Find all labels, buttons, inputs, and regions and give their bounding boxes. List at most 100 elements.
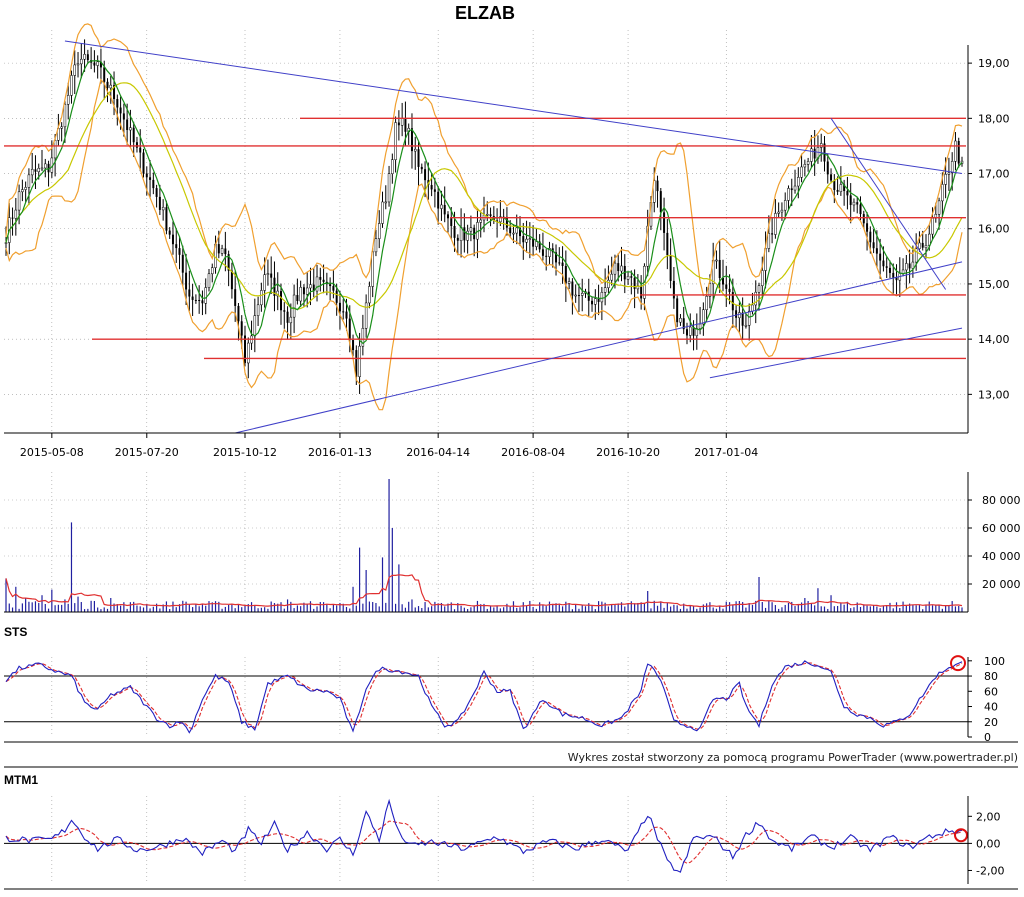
candle-body-up xyxy=(256,304,260,316)
candle-body-up xyxy=(96,61,99,66)
candle-body-down xyxy=(728,288,731,293)
candle-body-up xyxy=(305,287,309,295)
price-x-tick-label: 2016-08-04 xyxy=(501,446,565,459)
candle-body-up xyxy=(30,169,34,176)
price-candle xyxy=(738,302,741,334)
candle-body-up xyxy=(761,270,764,286)
candle-body-down xyxy=(685,329,688,336)
price-candle xyxy=(319,267,322,292)
candle-body-down xyxy=(666,232,669,256)
price-candle xyxy=(603,268,607,306)
candle-body-up xyxy=(800,166,803,178)
price-candle xyxy=(519,216,522,246)
candle-body-up xyxy=(525,238,528,243)
candle-body-up xyxy=(368,286,371,304)
price-candle xyxy=(469,215,473,242)
candle-body-down xyxy=(152,179,155,189)
price-candle xyxy=(623,254,626,294)
candle-body-up xyxy=(941,184,944,202)
price-candle xyxy=(76,52,80,78)
candle-body-down xyxy=(872,242,875,249)
price-candle xyxy=(702,302,705,336)
price-candle xyxy=(47,160,50,187)
candle-body-up xyxy=(394,122,397,160)
sts-y-tick-label: 40 xyxy=(984,701,998,714)
candle-body-up xyxy=(515,227,518,234)
price-candle xyxy=(574,284,577,303)
candle-body-down xyxy=(420,166,423,170)
price-candle xyxy=(725,265,728,307)
price-candle xyxy=(679,314,682,326)
candle-body-down xyxy=(558,262,561,264)
candle-body-up xyxy=(780,209,784,213)
price-candle xyxy=(479,212,482,238)
candle-body-up xyxy=(80,58,83,65)
candle-body-down xyxy=(921,242,924,248)
candle-body-up xyxy=(715,259,718,262)
price-candle xyxy=(289,303,293,340)
candle-body-down xyxy=(957,140,960,164)
candle-body-down xyxy=(116,99,119,108)
candle-body-down xyxy=(617,263,620,272)
price-candle xyxy=(473,224,476,257)
price-candle xyxy=(800,153,803,183)
candle-body-down xyxy=(194,299,197,301)
price-candle xyxy=(669,238,672,289)
candle-body-up xyxy=(535,241,538,247)
candle-body-down xyxy=(545,255,548,257)
candle-body-up xyxy=(607,279,610,288)
price-candle xyxy=(525,220,528,253)
price-candle xyxy=(496,208,499,238)
candle-body-up xyxy=(767,233,771,249)
price-candle xyxy=(149,160,152,199)
candle-body-down xyxy=(302,287,305,295)
price-candle xyxy=(532,225,535,257)
candle-body-down xyxy=(630,276,633,278)
price-candle xyxy=(181,245,184,286)
candle-body-up xyxy=(207,273,211,288)
price-candle xyxy=(620,246,623,282)
candle-body-up xyxy=(918,242,921,250)
candle-body-up xyxy=(53,140,57,159)
price-candle xyxy=(747,303,751,341)
chart-title: ELZAB xyxy=(455,3,515,23)
price-candle xyxy=(567,277,571,290)
price-candle xyxy=(230,262,233,299)
price-candle xyxy=(459,208,463,258)
candle-body-up xyxy=(689,326,692,336)
price-candle xyxy=(73,50,77,95)
price-candle xyxy=(852,198,856,212)
candle-body-up xyxy=(783,200,787,211)
price-candle xyxy=(188,270,191,312)
candle-body-up xyxy=(161,206,165,211)
price-candle xyxy=(522,222,525,260)
candle-body-up xyxy=(774,213,777,235)
candle-body-up xyxy=(292,294,296,318)
candle-body-up xyxy=(797,177,800,187)
price-candle xyxy=(24,181,27,203)
price-candle xyxy=(545,249,548,271)
candle-body-down xyxy=(826,161,829,175)
candle-body-down xyxy=(741,312,744,326)
candle-body-up xyxy=(400,118,404,126)
price-candle xyxy=(466,224,469,254)
price-candle xyxy=(90,47,93,70)
candle-body-up xyxy=(610,273,613,281)
price-candle xyxy=(220,244,224,257)
price-x-tick-label: 2017-01-04 xyxy=(694,446,758,459)
price-x-tick-label: 2016-01-13 xyxy=(308,446,372,459)
price-candle xyxy=(368,281,371,309)
price-candle xyxy=(171,221,174,255)
price-candle xyxy=(895,264,898,295)
price-candle xyxy=(443,186,446,223)
price-candle xyxy=(11,207,14,236)
price-candle xyxy=(771,218,774,244)
chart-canvas: ELZAB 13,00 14,00 15,00 16,00 17,00 18,00 19,0… xyxy=(4,3,1021,890)
candle-body-down xyxy=(280,291,283,311)
candle-body-up xyxy=(377,223,381,239)
candle-body-down xyxy=(456,237,459,241)
price-candle xyxy=(505,207,508,236)
candle-body-down xyxy=(322,279,325,282)
price-x-tick-label: 2015-10-12 xyxy=(213,446,277,459)
price-candle xyxy=(155,184,158,208)
